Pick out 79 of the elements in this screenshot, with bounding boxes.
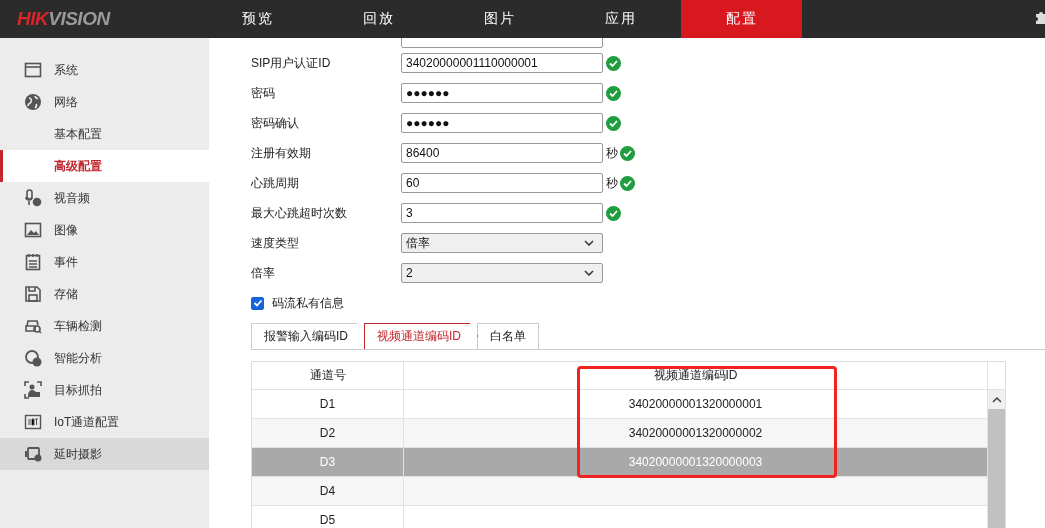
- table-cell: D3: [319, 455, 336, 469]
- nav-tab[interactable]: 配置: [681, 0, 802, 38]
- floppy-icon: [24, 285, 42, 303]
- sidebar-item[interactable]: 网络: [0, 86, 209, 118]
- table-cell: D4: [319, 484, 336, 498]
- unit-label: 秒: [606, 144, 618, 162]
- input-field[interactable]: 34020000001110000001: [401, 53, 603, 73]
- field-label: 倍率: [251, 264, 276, 282]
- sidebar-item[interactable]: 目标抓拍: [0, 374, 209, 406]
- nav-tab[interactable]: 应用: [560, 0, 681, 38]
- microphone-icon: [24, 189, 42, 207]
- sidebar-label: 系统: [54, 61, 78, 79]
- field-label: 心跳周期: [251, 174, 300, 192]
- table-cell: D2: [319, 426, 336, 440]
- input-field[interactable]: 60: [401, 173, 603, 193]
- sidebar-item[interactable]: 车辆检测: [0, 310, 209, 342]
- tab[interactable]: 白名单: [477, 323, 539, 349]
- caret-icon: [584, 270, 594, 276]
- table-row[interactable]: D2 34020000001320000002: [252, 419, 988, 448]
- calendar-icon: [24, 253, 42, 271]
- input-field[interactable]: ●●●●●●: [401, 83, 603, 103]
- field-label: 注册有效期: [251, 144, 312, 162]
- caret-icon: [584, 240, 594, 246]
- checkbox[interactable]: [251, 296, 264, 310]
- sidebar-label: 存储: [54, 285, 78, 303]
- scroll-up-icon[interactable]: [991, 396, 1002, 403]
- nav-tab[interactable]: 回放: [318, 0, 439, 38]
- sidebar-label: 车辆检测: [54, 317, 102, 335]
- sidebar-item[interactable]: 系统: [0, 54, 209, 86]
- car-search-icon: [24, 317, 42, 335]
- column-header: 通道号: [252, 362, 404, 389]
- field-label: 速度类型: [251, 234, 300, 252]
- table-row[interactable]: D4: [252, 477, 988, 506]
- window-icon: [24, 61, 42, 79]
- sidebar-item[interactable]: 存储: [0, 278, 209, 310]
- sidebar-item[interactable]: 图像: [0, 214, 209, 246]
- sidebar-subitem[interactable]: 基本配置: [0, 118, 209, 150]
- column-header: 视频通道编码ID: [404, 362, 988, 389]
- sidebar-label: 图像: [54, 221, 78, 239]
- nav-tab[interactable]: 图片: [439, 0, 560, 38]
- sidebar-subitem[interactable]: 高级配置: [0, 150, 209, 182]
- field-label: 密码确认: [251, 114, 300, 132]
- input-field[interactable]: ●●●●●●: [401, 113, 603, 133]
- camera-clock-icon: [24, 445, 42, 463]
- table-cell: 34020000001320000001: [628, 397, 763, 411]
- table-cell: 34020000001320000003: [628, 455, 763, 469]
- globe-icon: [24, 93, 42, 111]
- image-icon: [24, 221, 42, 239]
- field-label: 最大心跳超时次数: [251, 204, 348, 222]
- sidebar-label: 延时摄影: [54, 445, 102, 463]
- person-frame-icon: [24, 381, 42, 399]
- table-cell: 34020000001320000002: [628, 426, 763, 440]
- tab[interactable]: 视频通道编码ID: [364, 323, 478, 349]
- sidebar-item[interactable]: 延时摄影: [0, 438, 209, 470]
- scrollbar[interactable]: [988, 390, 1005, 528]
- sidebar-label: 事件: [54, 253, 78, 271]
- table-cell: D5: [319, 513, 336, 527]
- iot-icon: [24, 413, 42, 431]
- sidebar-label: IoT通道配置: [54, 413, 120, 431]
- input-field[interactable]: 86400: [401, 143, 603, 163]
- dropdown[interactable]: 2: [401, 263, 603, 283]
- field-label: SIP用户认证ID: [251, 54, 332, 72]
- sidebar-item[interactable]: 事件: [0, 246, 209, 278]
- checkbox-label: 码流私有信息: [272, 294, 344, 312]
- brand-logo: HIKVISION: [16, 8, 112, 30]
- input-field[interactable]: 3: [401, 203, 603, 223]
- field-label: 密码: [251, 84, 276, 102]
- sidebar-item[interactable]: IoT通道配置: [0, 406, 209, 438]
- nav-tab[interactable]: 预览: [197, 0, 318, 38]
- sidebar-label: 智能分析: [54, 349, 102, 367]
- sidebar-item[interactable]: 视音频: [0, 182, 209, 214]
- dropdown[interactable]: 倍率: [401, 233, 603, 253]
- sidebar-item[interactable]: 智能分析: [0, 342, 209, 374]
- puzzle-icon[interactable]: [1033, 11, 1045, 27]
- sidebar-label: 网络: [54, 93, 78, 111]
- sidebar-label: 视音频: [54, 189, 90, 207]
- sidebar-label: 目标抓拍: [54, 381, 102, 399]
- unit-label: 秒: [606, 174, 618, 192]
- table-cell: D1: [319, 397, 336, 411]
